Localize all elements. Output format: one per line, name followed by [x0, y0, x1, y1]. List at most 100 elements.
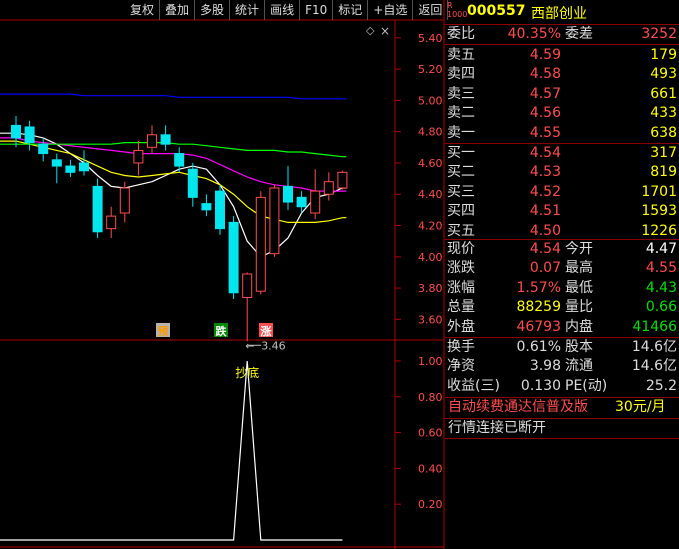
candle-body[interactable]	[92, 185, 103, 233]
bid-price: 4.54	[529, 145, 561, 161]
ask-price: 4.57	[529, 85, 561, 102]
quote-value: 0.66	[645, 299, 677, 316]
quote-value: 1.57%	[516, 279, 561, 296]
ma120-line	[0, 93, 347, 100]
candle-body[interactable]	[187, 168, 198, 198]
candle-body[interactable]	[215, 190, 225, 230]
ask-row[interactable]: 卖三 4.57 661	[445, 85, 679, 104]
toolbar-button-0[interactable]: 复权	[125, 0, 161, 20]
stat-row: 净资 3.98 流通 14.6亿	[445, 357, 679, 376]
ask-volume: 433	[650, 105, 677, 122]
ask-row[interactable]: 卖二 4.56 433	[445, 104, 679, 123]
candle-body[interactable]	[228, 221, 239, 294]
quote-row: 总量 88259 量比 0.66	[445, 298, 679, 317]
quote-label: 涨幅	[447, 279, 475, 296]
toolbar-button-2[interactable]: 多股	[195, 0, 231, 20]
candle-body[interactable]	[323, 181, 334, 195]
toolbar-button-1[interactable]: 叠加	[160, 0, 196, 20]
candle-body[interactable]	[283, 185, 293, 203]
ask-row[interactable]: 卖五 4.59 179	[445, 46, 679, 65]
candle-body[interactable]	[255, 196, 266, 292]
toolbar-button-3[interactable]: 统计	[230, 0, 266, 20]
toolbar-button-5[interactable]: F10	[300, 0, 334, 20]
candle-body[interactable]	[24, 126, 35, 144]
ask-label: 卖五	[447, 47, 475, 63]
ask-price: 4.59	[529, 47, 561, 63]
indicator-tick-label: 1.00	[418, 355, 443, 368]
ask-row[interactable]: 卖一 4.55 638	[445, 124, 679, 143]
stat-label: PE(动)	[565, 377, 608, 394]
stat-value: 14.6亿	[631, 339, 677, 355]
low-arrow-head: ←	[245, 339, 254, 352]
close-icon[interactable]: ×	[380, 24, 390, 38]
candle-body[interactable]	[133, 149, 144, 164]
bid-row[interactable]: 买五 4.50 1226	[445, 222, 679, 241]
stat-value: 0.61%	[516, 339, 561, 355]
toolbar-button-7[interactable]: +自选	[368, 0, 414, 20]
candle-body[interactable]	[79, 162, 89, 172]
bid-label: 买四	[447, 203, 475, 220]
ask-price: 4.55	[529, 124, 561, 141]
bid-label: 买三	[447, 183, 475, 200]
quote-label: 最高	[565, 260, 593, 277]
ask-label: 卖一	[447, 124, 475, 141]
candle-body[interactable]	[119, 187, 130, 214]
low-price-label: 3.46	[261, 339, 286, 352]
toolbar-button-6[interactable]: 标记	[333, 0, 369, 20]
bid-row[interactable]: 买二 4.53 819	[445, 163, 679, 182]
indicator-tick-label: 0.60	[418, 427, 443, 440]
ask-price: 4.56	[529, 105, 561, 122]
stat-label: 净资	[447, 358, 475, 375]
ask-row[interactable]: 卖四 4.58 493	[445, 65, 679, 84]
candle-body[interactable]	[337, 171, 348, 189]
diamond-icon[interactable]: ◇	[366, 24, 375, 37]
stat-value: 25.2	[645, 377, 677, 394]
quote-value: 4.43	[645, 279, 677, 296]
bid-row[interactable]: 买一 4.54 317	[445, 144, 679, 163]
bid-label: 买二	[447, 164, 475, 181]
candle-body[interactable]	[11, 124, 21, 139]
kline-chart[interactable]: 5.40 5.20 5.00 4.80 4.60 4.40 4.20 4.00 3.80 3.60…	[0, 0, 445, 549]
stat-value: 14.6亿	[631, 358, 677, 375]
candle-body[interactable]	[201, 203, 212, 211]
price-tick-label: 5.00	[418, 94, 443, 107]
bid-volume: 819	[650, 164, 677, 181]
bid-label: 买五	[447, 222, 475, 239]
candle-body[interactable]	[310, 190, 321, 214]
stat-label: 换手	[447, 339, 475, 355]
quote-value: 46793	[516, 318, 561, 335]
signal-line	[0, 360, 343, 541]
quote-label: 现价	[447, 241, 475, 257]
stat-label: 收益(三)	[447, 377, 500, 394]
candle-body[interactable]	[147, 134, 157, 148]
candle-body[interactable]	[106, 215, 117, 230]
candle-body[interactable]	[242, 273, 253, 298]
price-tick-label: 4.40	[418, 188, 443, 201]
candle-body[interactable]	[269, 187, 280, 255]
bid-volume: 317	[650, 145, 677, 161]
toolbar-button-8[interactable]: 返回	[413, 0, 449, 20]
ask-label: 卖三	[447, 85, 475, 102]
toolbar: 复权 叠加 多股 统计 画线 F10 标记 +自选 返回	[125, 0, 449, 20]
bid-volume: 1593	[641, 203, 677, 220]
promo-price[interactable]: 30元/月	[615, 398, 666, 417]
candle-body[interactable]	[160, 134, 171, 145]
candle-body[interactable]	[51, 159, 62, 167]
toolbar-button-4[interactable]: 画线	[265, 0, 301, 20]
candle-body[interactable]	[38, 143, 49, 155]
candle-body[interactable]	[174, 153, 185, 167]
bid-row[interactable]: 买三 4.52 1701	[445, 183, 679, 202]
price-tick-label: 3.80	[418, 282, 443, 295]
quote-value: 4.54	[529, 241, 561, 257]
candle-body[interactable]	[296, 196, 307, 208]
quote-label: 今开	[565, 241, 593, 257]
promo-text[interactable]: 自动续费通达信普及版	[448, 398, 588, 417]
bid-price: 4.52	[529, 183, 561, 200]
quote-label: 总量	[447, 299, 475, 316]
bid-label: 买一	[447, 145, 475, 161]
bid-price: 4.51	[529, 203, 561, 220]
bid-row[interactable]: 买四 4.51 1593	[445, 202, 679, 221]
candle-body[interactable]	[65, 165, 76, 173]
bid-volume: 1226	[641, 222, 677, 239]
ask-label: 卖二	[447, 105, 475, 122]
